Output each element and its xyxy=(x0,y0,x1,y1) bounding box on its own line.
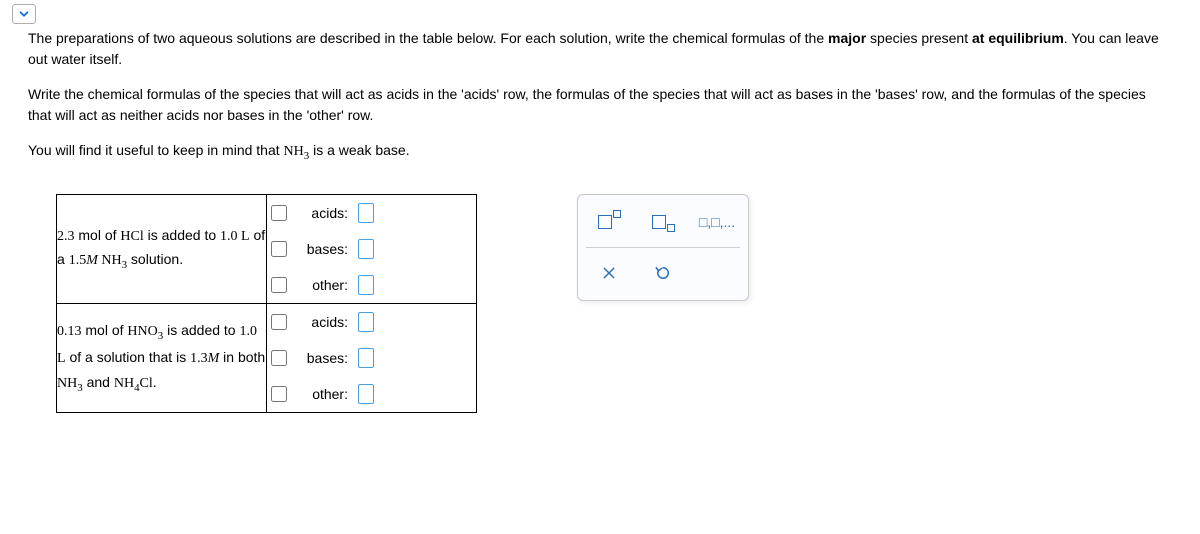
chevron-down-icon xyxy=(17,7,31,21)
close-icon xyxy=(601,265,617,281)
superscript-button[interactable] xyxy=(586,203,632,241)
collapse-toggle[interactable] xyxy=(12,4,36,24)
row1-bases: bases: xyxy=(267,231,476,267)
intro-paragraph-1: The preparations of two aqueous solution… xyxy=(28,28,1172,70)
row2-other-checkbox[interactable] xyxy=(271,386,287,402)
question-body: The preparations of two aqueous solution… xyxy=(0,0,1200,433)
box-icon xyxy=(667,224,675,232)
box-icon xyxy=(613,210,621,218)
row1-other-checkbox[interactable] xyxy=(271,277,287,293)
acids-label: acids: xyxy=(300,314,348,330)
row1-bases-checkbox[interactable] xyxy=(271,241,287,257)
reset-button[interactable] xyxy=(640,254,686,292)
row2-acids: acids: xyxy=(267,304,476,340)
box-icon xyxy=(652,215,666,229)
row1-other: other: xyxy=(267,267,476,303)
acids-label: acids: xyxy=(300,205,348,221)
other-label: other: xyxy=(300,277,348,293)
list-button[interactable]: □,□,... xyxy=(694,203,740,241)
subscript-button[interactable] xyxy=(640,203,686,241)
formula-toolbar: □,□,... xyxy=(577,194,749,301)
bases-label: bases: xyxy=(300,350,348,366)
row2-acids-checkbox[interactable] xyxy=(271,314,287,330)
row2-bases-checkbox[interactable] xyxy=(271,350,287,366)
row2-acids-input[interactable] xyxy=(358,312,374,332)
row2-bases: bases: xyxy=(267,340,476,376)
other-label: other: xyxy=(300,386,348,402)
box-icon xyxy=(598,215,612,229)
row2-other: other: xyxy=(267,376,476,412)
row2-bases-input[interactable] xyxy=(358,348,374,368)
clear-button[interactable] xyxy=(586,254,632,292)
undo-icon xyxy=(654,264,672,282)
bases-label: bases: xyxy=(300,241,348,257)
solutions-table: 2.3 mol of HCl is added to 1.0 L of a 1.… xyxy=(56,194,477,413)
solution-2-description: 0.13 mol of HNO3 is added to 1.0 L of a … xyxy=(57,304,267,413)
intro-paragraph-2: Write the chemical formulas of the speci… xyxy=(28,84,1172,126)
row1-acids-input[interactable] xyxy=(358,203,374,223)
solution-1-description: 2.3 mol of HCl is added to 1.0 L of a 1.… xyxy=(57,195,267,304)
intro-paragraph-3: You will find it useful to keep in mind … xyxy=(28,140,1172,164)
row1-other-input[interactable] xyxy=(358,275,374,295)
row2-other-input[interactable] xyxy=(358,384,374,404)
list-hint-label: □,□,... xyxy=(699,214,735,230)
row1-acids-checkbox[interactable] xyxy=(271,205,287,221)
row1-acids: acids: xyxy=(267,195,476,231)
row1-bases-input[interactable] xyxy=(358,239,374,259)
